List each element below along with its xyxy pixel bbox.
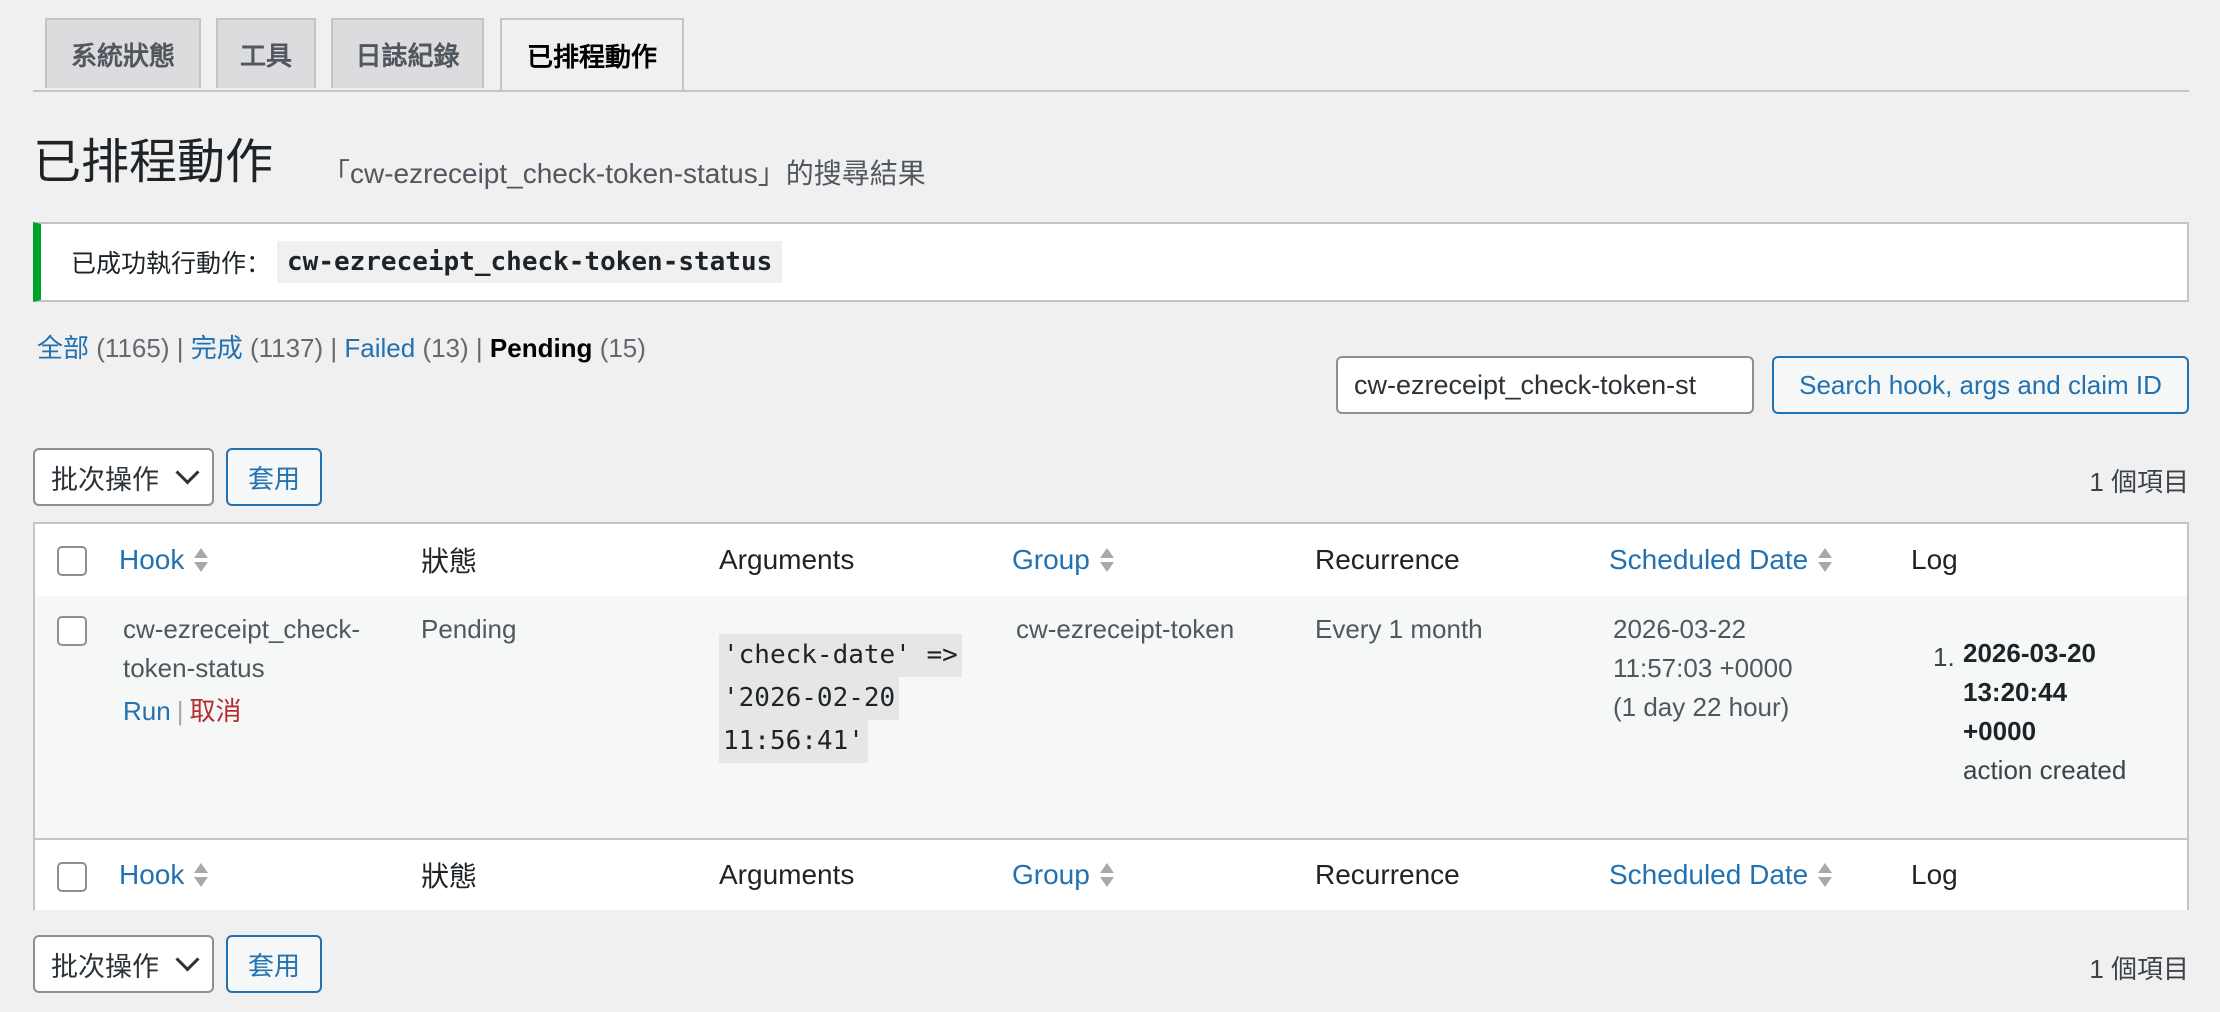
- search-input[interactable]: [1336, 356, 1754, 414]
- args-line: 'check-date' =>: [719, 634, 962, 677]
- filter-failed-count: (13): [422, 333, 469, 363]
- apply-label: 套用: [247, 463, 300, 494]
- log-date-line: 13:20:44: [1963, 677, 2068, 707]
- items-count-top: 1 個項目: [2089, 467, 2189, 497]
- filter-pending-count: (15): [599, 333, 646, 363]
- column-log-footer: Log: [1911, 859, 1958, 890]
- status-value: Pending: [421, 614, 517, 644]
- column-recurrence-footer: Recurrence: [1315, 859, 1460, 890]
- args-line: '2026-02-20: [719, 677, 900, 720]
- column-arguments: Arguments: [719, 544, 855, 575]
- bulk-action-select-bottom[interactable]: 批次操作: [33, 935, 214, 993]
- filter-complete-link[interactable]: 完成: [191, 333, 243, 363]
- sort-icon: [1818, 546, 1833, 574]
- column-arguments-footer: Arguments: [719, 859, 855, 890]
- tab-logs[interactable]: 日誌紀錄: [331, 18, 484, 88]
- tab-label: 日誌紀錄: [355, 40, 460, 71]
- log-date-line: +0000: [1963, 716, 2037, 746]
- separator: |: [176, 696, 184, 726]
- recurrence-value: Every 1 month: [1315, 614, 1483, 644]
- column-label: Scheduled Date: [1609, 859, 1809, 890]
- hook-line: token-status: [123, 653, 265, 683]
- notice-code: cw-ezreceipt_check-token-status: [277, 241, 783, 283]
- page-title: 已排程動作: [33, 136, 274, 189]
- filter-all-link[interactable]: 全部: [37, 333, 89, 363]
- column-scheduled-date-sort-footer[interactable]: Scheduled Date: [1609, 840, 1833, 910]
- bulk-action-selected: 批次操作: [51, 464, 159, 495]
- hook-line: cw-ezreceipt_check-: [123, 614, 360, 644]
- search-results-subtitle: 「cw-ezreceipt_check-token-status」的搜尋結果: [322, 158, 926, 189]
- table-row: cw-ezreceipt_check- token-status Run | 取消 …: [35, 596, 2187, 838]
- select-all-checkbox-footer[interactable]: [57, 862, 87, 892]
- tab-scheduled-actions[interactable]: 已排程動作: [500, 18, 684, 90]
- column-hook-sort-footer[interactable]: Hook: [119, 840, 209, 910]
- tab-label: 已排程動作: [526, 41, 657, 72]
- column-group-sort[interactable]: Group: [1012, 524, 1114, 596]
- log-message: action created: [1963, 755, 2127, 785]
- scheduled-line: 2026-03-22: [1613, 614, 1746, 644]
- items-count-bottom: 1 個項目: [2089, 954, 2189, 984]
- scheduled-line: 11:57:03 +0000: [1613, 653, 1793, 683]
- sort-icon: [1099, 861, 1114, 889]
- cancel-action-link[interactable]: 取消: [189, 696, 241, 726]
- column-label: Group: [1012, 544, 1090, 575]
- sort-icon: [194, 861, 209, 889]
- arguments-value: 'check-date' => '2026-02-20 11:56:41': [719, 634, 999, 763]
- scheduled-line: (1 day 22 hour): [1613, 692, 1790, 722]
- success-notice: 已成功執行動作： cw-ezreceipt_check-token-status: [33, 222, 2189, 302]
- log-date-line: 2026-03-20: [1963, 638, 2096, 668]
- column-hook-sort[interactable]: Hook: [119, 524, 209, 596]
- column-recurrence: Recurrence: [1315, 544, 1460, 575]
- chevron-down-icon: [175, 947, 200, 972]
- scheduled-date-value: 2026-03-22 11:57:03 +0000 (1 day 22 hour…: [1613, 610, 1793, 727]
- column-label: Scheduled Date: [1609, 544, 1809, 575]
- column-status-footer: 狀態: [421, 861, 478, 892]
- status-filter-links: 全部 (1165) | 完成 (1137) | Failed (13) | Pe…: [37, 333, 646, 363]
- notice-text: 已成功執行動作：: [71, 250, 272, 278]
- column-label: Group: [1012, 859, 1090, 890]
- args-line: 11:56:41': [719, 720, 868, 763]
- tab-tools[interactable]: 工具: [216, 18, 316, 88]
- sort-icon: [1099, 546, 1114, 574]
- tab-system-status[interactable]: 系統狀態: [45, 18, 201, 88]
- search-button-label: Search hook, args and claim ID: [1799, 369, 2162, 400]
- scheduled-actions-table: Hook 狀態 Arguments Group Recurrence Sched…: [33, 522, 2189, 910]
- apply-label: 套用: [247, 950, 300, 981]
- tab-label: 系統狀態: [70, 40, 175, 71]
- search-button[interactable]: Search hook, args and claim ID: [1772, 356, 2189, 414]
- sort-icon: [1818, 861, 1833, 889]
- select-all-checkbox[interactable]: [57, 546, 87, 576]
- bulk-action-select-top[interactable]: 批次操作: [33, 448, 214, 506]
- filter-all-count: (1165): [96, 333, 170, 363]
- row-actions: Run | 取消: [123, 692, 403, 731]
- apply-button-bottom[interactable]: 套用: [226, 935, 322, 993]
- column-label: Hook: [119, 544, 185, 575]
- filter-complete-count: (1137): [249, 333, 324, 363]
- column-log: Log: [1911, 544, 1958, 575]
- sort-icon: [194, 546, 209, 574]
- nav-tab-wrapper: 系統狀態 工具 日誌紀錄 已排程動作: [33, 0, 2189, 92]
- run-action-link[interactable]: Run: [123, 696, 171, 726]
- apply-button-top[interactable]: 套用: [226, 448, 322, 506]
- column-scheduled-date-sort[interactable]: Scheduled Date: [1609, 524, 1833, 596]
- hook-name: cw-ezreceipt_check- token-status Run | 取消: [123, 610, 403, 731]
- row-checkbox[interactable]: [57, 616, 87, 646]
- log-entry: 2026-03-20 13:20:44 +0000 action created: [1963, 634, 2126, 790]
- filter-pending-link[interactable]: Pending: [490, 333, 593, 363]
- column-group-sort-footer[interactable]: Group: [1012, 840, 1114, 910]
- table-footer: Hook 狀態 Arguments Group Recurrence Sched…: [35, 838, 2187, 910]
- tab-label: 工具: [239, 40, 292, 71]
- log-item-number: 1.: [1933, 642, 1955, 672]
- bulk-action-selected: 批次操作: [51, 951, 159, 982]
- column-label: Hook: [119, 859, 185, 890]
- column-status: 狀態: [421, 546, 478, 577]
- group-value: cw-ezreceipt-token: [1016, 614, 1235, 644]
- chevron-down-icon: [175, 460, 200, 485]
- filter-failed-link[interactable]: Failed: [344, 333, 415, 363]
- table-header: Hook 狀態 Arguments Group Recurrence Sched…: [35, 524, 2187, 598]
